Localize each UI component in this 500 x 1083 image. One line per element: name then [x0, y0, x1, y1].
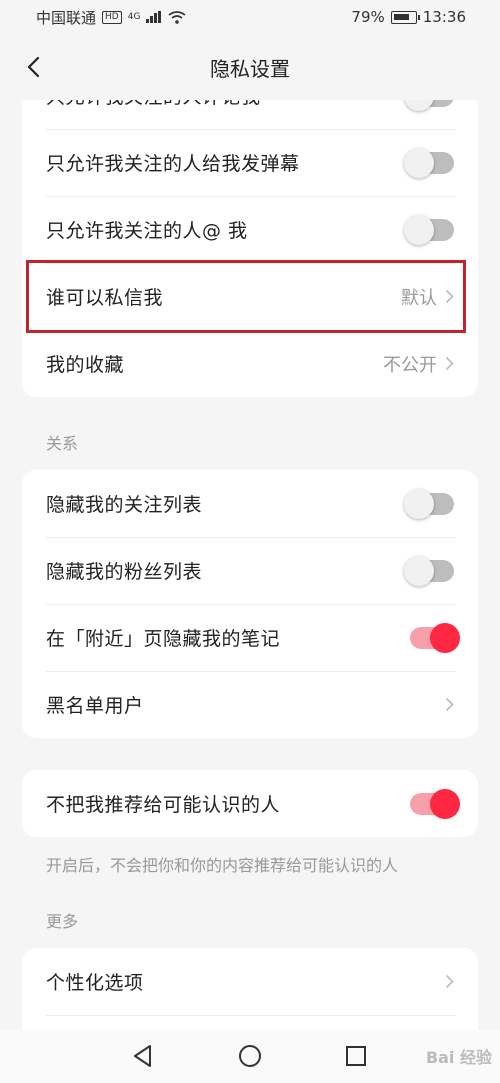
row-hide-following[interactable]: 隐藏我的关注列表: [22, 470, 478, 537]
row-label: 黑名单用户: [46, 695, 144, 717]
status-left: 中国联通 HD 4G: [36, 7, 186, 28]
toggle-knob: [430, 788, 460, 819]
recommend-hint: 开启后，不会把你和你的内容推荐给可能认识的人: [46, 856, 399, 875]
toggle-knob: [430, 622, 460, 653]
signal-icon: [146, 11, 162, 23]
hide-following-toggle[interactable]: [404, 488, 454, 519]
row-next-partial[interactable]: [22, 1015, 478, 1030]
row-danmaku-permission[interactable]: 只允许我关注的人给我发弹幕: [22, 129, 478, 196]
back-triangle-icon[interactable]: [130, 1043, 156, 1069]
recents-square-icon[interactable]: [343, 1043, 369, 1069]
row-hide-followers[interactable]: 隐藏我的粉丝列表: [22, 537, 478, 604]
row-blacklist[interactable]: 黑名单用户: [22, 671, 478, 738]
toggle-knob: [404, 488, 434, 519]
row-value-group: 默认: [401, 284, 454, 310]
chevron-left-icon: [27, 56, 40, 78]
back-button[interactable]: [18, 52, 48, 82]
no-recommend-toggle[interactable]: [410, 788, 460, 819]
system-nav-bar: Bai 经验: [0, 1030, 500, 1083]
row-personalization[interactable]: 个性化选项: [22, 948, 478, 1015]
status-bar: 中国联通 HD 4G 79% 13:36: [0, 0, 500, 34]
privacy-card: 只允许我关注的人评论我 只允许我关注的人给我发弹幕 只允许我关注的人@ 我 谁可…: [22, 100, 478, 397]
section-title-relations: 关系: [46, 434, 79, 453]
carrier-name: 中国联通: [36, 8, 97, 27]
watermark-logo: Bai 经验: [425, 1048, 492, 1067]
hd-badge: HD: [102, 10, 122, 24]
chevron-right-icon: [445, 974, 454, 989]
toggle-knob: [404, 147, 434, 178]
settings-content[interactable]: 只允许我关注的人评论我 只允许我关注的人给我发弹幕 只允许我关注的人@ 我 谁可…: [0, 100, 500, 1030]
toggle-knob: [404, 555, 434, 586]
wifi-icon: [168, 10, 186, 24]
row-comment-permission[interactable]: 只允许我关注的人评论我: [22, 100, 478, 129]
row-value-group: [445, 974, 454, 989]
relations-card: 隐藏我的关注列表 隐藏我的粉丝列表 在「附近」页隐藏我的笔记 黑名单用户: [22, 470, 478, 738]
toggle-knob: [404, 214, 434, 245]
more-card: 个性化选项: [22, 948, 478, 1030]
chevron-right-icon: [445, 697, 454, 712]
row-value-group: 不公开: [383, 351, 454, 377]
chevron-right-icon: [445, 356, 454, 371]
clock: 13:36: [422, 8, 466, 26]
row-label: 个性化选项: [46, 972, 144, 994]
danmaku-toggle[interactable]: [404, 147, 454, 178]
section-title-more: 更多: [46, 912, 79, 931]
row-label: 谁可以私信我: [46, 287, 164, 309]
row-value: 默认: [401, 287, 437, 309]
home-circle-icon[interactable]: [237, 1043, 263, 1069]
row-label: 只允许我关注的人给我发弹幕: [46, 153, 300, 175]
comment-toggle[interactable]: [404, 100, 454, 111]
battery-percent: 79%: [351, 8, 385, 26]
hide-followers-toggle[interactable]: [404, 555, 454, 586]
row-no-recommend[interactable]: 不把我推荐给可能认识的人: [22, 770, 478, 837]
row-favorites[interactable]: 我的收藏 不公开: [22, 330, 478, 397]
mention-toggle[interactable]: [404, 214, 454, 245]
toggle-knob: [404, 100, 434, 111]
row-label: 只允许我关注的人@ 我: [46, 220, 248, 242]
page-title: 隐私设置: [210, 56, 290, 81]
row-label: 隐藏我的粉丝列表: [46, 561, 203, 583]
row-label: 只允许我关注的人评论我: [46, 100, 261, 109]
chevron-right-icon: [445, 289, 454, 304]
row-label: 我的收藏: [46, 354, 125, 376]
status-right: 79% 13:36: [351, 8, 466, 26]
row-hide-nearby[interactable]: 在「附近」页隐藏我的笔记: [22, 604, 478, 671]
hide-nearby-toggle[interactable]: [410, 622, 460, 653]
row-value: 不公开: [383, 354, 437, 376]
battery-icon: [390, 10, 420, 24]
network-type: 4G: [127, 12, 141, 22]
row-label: 在「附近」页隐藏我的笔记: [46, 628, 281, 650]
row-message-permission[interactable]: 谁可以私信我 默认: [22, 263, 478, 330]
row-label: 隐藏我的关注列表: [46, 494, 203, 516]
row-value-group: [445, 697, 454, 712]
row-mention-permission[interactable]: 只允许我关注的人@ 我: [22, 196, 478, 263]
recommend-card: 不把我推荐给可能认识的人: [22, 770, 478, 837]
row-label: 不把我推荐给可能认识的人: [46, 794, 281, 816]
nav-bar: 隐私设置: [0, 34, 500, 100]
